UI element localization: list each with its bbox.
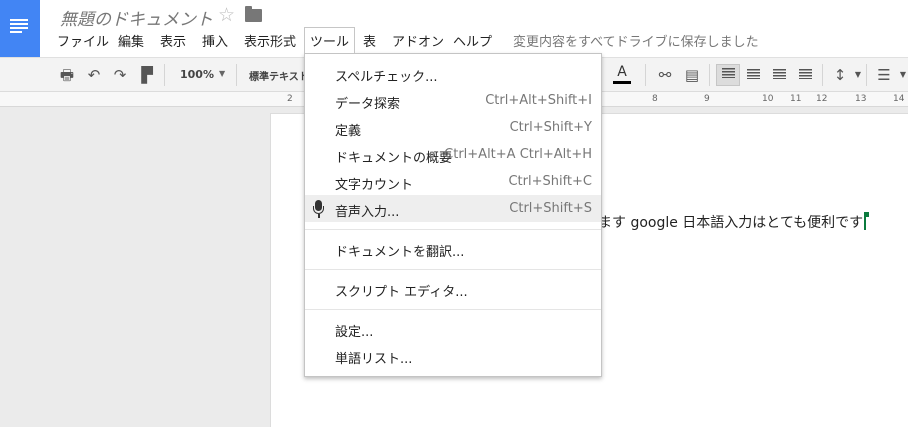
menu-table[interactable]: 表: [363, 31, 376, 50]
menu-item-define[interactable]: 定義 Ctrl+Shift+Y: [305, 114, 601, 141]
align-right-icon[interactable]: [769, 66, 789, 84]
ruler-tick: 13: [855, 94, 867, 104]
menu-divider: [305, 309, 601, 310]
ruler-tick: 10: [762, 94, 774, 104]
menu-item-document-outline[interactable]: ドキュメントの概要 Ctrl+Alt+A Ctrl+Alt+H: [305, 141, 601, 168]
menu-file[interactable]: ファイル: [57, 31, 109, 50]
comment-icon[interactable]: ▤: [682, 66, 702, 84]
line-spacing-icon[interactable]: ↕: [830, 66, 850, 84]
ruler-tick: 11: [790, 94, 802, 104]
ruler-tick: 2: [287, 94, 293, 104]
menu-edit[interactable]: 編集: [118, 31, 144, 50]
menu-divider: [305, 269, 601, 270]
document-title[interactable]: 無題のドキュメント: [60, 5, 213, 30]
text-color-swatch: [613, 81, 631, 84]
zoom-select[interactable]: 100%: [180, 68, 214, 81]
menu-tools[interactable]: ツール: [304, 27, 356, 53]
undo-icon[interactable]: ↶: [84, 66, 104, 84]
ruler-tick: 8: [652, 94, 658, 104]
star-icon[interactable]: ☆: [218, 4, 235, 26]
menu-item-script-editor[interactable]: スクリプト エディタ...: [305, 275, 601, 302]
toolbar-divider: [645, 64, 646, 86]
ruler-tick: 12: [816, 94, 828, 104]
text-color-label: A: [617, 64, 627, 80]
tools-menu: スペルチェック... データ探索 Ctrl+Alt+Shift+I 定義 Ctr…: [304, 53, 602, 377]
menu-divider: [305, 229, 601, 230]
menu-insert[interactable]: 挿入: [202, 31, 228, 50]
save-status[interactable]: 変更内容をすべてドライブに保存しました: [513, 31, 759, 50]
menu-item-personal-dictionary[interactable]: 単語リスト...: [305, 342, 601, 369]
menu-item-explore[interactable]: データ探索 Ctrl+Alt+Shift+I: [305, 87, 601, 114]
menu-item-translate[interactable]: ドキュメントを翻訳...: [305, 235, 601, 262]
toolbar-divider: [822, 64, 823, 86]
menu-addons[interactable]: アドオン: [392, 31, 444, 50]
redo-icon[interactable]: ↷: [110, 66, 130, 84]
print-icon[interactable]: 🖶: [57, 66, 77, 84]
body-text-content: ます google 日本語入力はとても便利です: [598, 215, 864, 231]
menu-item-voice-typing[interactable]: 音声入力... Ctrl+Shift+S: [305, 195, 601, 222]
menu-item-word-count[interactable]: 文字カウント Ctrl+Shift+C: [305, 168, 601, 195]
menu-format[interactable]: 表示形式: [244, 31, 296, 50]
document-body-text[interactable]: ます google 日本語入力はとても便利です: [598, 212, 870, 232]
toolbar-divider: [164, 64, 165, 86]
numbered-list-icon[interactable]: ☰: [874, 66, 894, 84]
folder-icon[interactable]: [245, 6, 262, 22]
toolbar-divider: [709, 64, 710, 86]
chevron-down-icon[interactable]: ▼: [848, 66, 868, 84]
ruler-tick: 9: [704, 94, 710, 104]
text-color-button[interactable]: A: [612, 64, 632, 84]
align-center-icon[interactable]: [743, 66, 763, 84]
text-cursor: [864, 212, 870, 230]
microphone-icon: [313, 200, 324, 218]
menu-help[interactable]: ヘルプ: [453, 31, 492, 50]
align-left-icon[interactable]: [716, 64, 740, 86]
toolbar-divider: [866, 64, 867, 86]
docs-header: 無題のドキュメント ☆ ファイル 編集 表示 挿入 表示形式 ツール 表 アドオ…: [0, 0, 908, 57]
menu-item-preferences[interactable]: 設定...: [305, 315, 601, 342]
toolbar-divider: [236, 64, 237, 86]
menu-item-spell-check[interactable]: スペルチェック...: [305, 60, 601, 87]
ruler-tick: 14: [893, 94, 905, 104]
paragraph-style-select[interactable]: 標準テキスト: [249, 68, 305, 83]
chevron-down-icon[interactable]: ▼: [893, 66, 908, 84]
link-icon[interactable]: ⚯: [655, 66, 675, 84]
paint-format-icon[interactable]: ▛: [137, 66, 157, 84]
docs-home-icon[interactable]: [0, 0, 40, 57]
chevron-down-icon[interactable]: ▼: [219, 69, 225, 78]
menu-view[interactable]: 表示: [160, 31, 186, 50]
align-justify-icon[interactable]: [795, 66, 815, 84]
